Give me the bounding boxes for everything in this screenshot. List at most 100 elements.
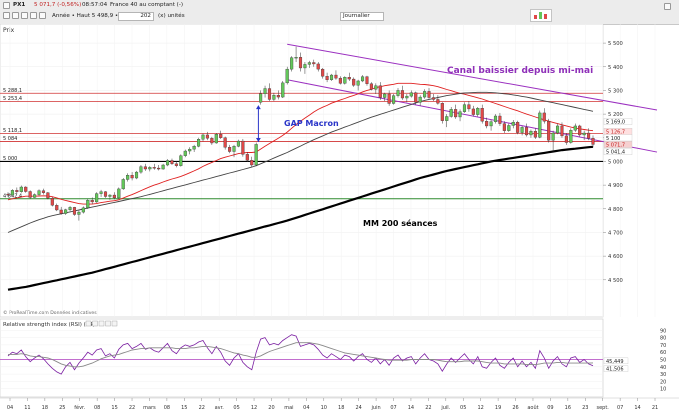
candle-body <box>236 140 241 147</box>
logo-bar-red <box>534 15 537 19</box>
candle-body <box>405 95 409 99</box>
price-tag-label: 5 041,4 <box>606 150 625 156</box>
time-tick-label: 12 <box>477 405 483 411</box>
time-tick-label: sept. <box>596 405 609 411</box>
candle-body <box>188 148 192 152</box>
candle-body <box>19 186 23 192</box>
candle-body <box>352 78 356 86</box>
time-tick-label: 18 <box>338 405 344 411</box>
price-tick-label: 4 900 <box>608 183 623 189</box>
candle-body <box>28 191 32 198</box>
candle-body <box>587 132 591 139</box>
rsi-value-label: 41,506 <box>606 367 624 373</box>
time-tick-label: 14 <box>408 405 414 411</box>
price-tick-label: 5 200 <box>608 112 623 118</box>
candle-body <box>516 121 520 133</box>
candle-body <box>303 64 307 69</box>
candle-body <box>431 97 436 100</box>
candle-body <box>219 134 223 138</box>
menu-icon[interactable] <box>3 2 10 9</box>
candle-body <box>201 134 205 140</box>
candle-body <box>400 90 404 99</box>
draw-tool-icon[interactable] <box>12 12 19 19</box>
rsi-panel-title: Relative strength index (RSI) (14) <box>3 322 95 328</box>
candle-body <box>170 160 174 164</box>
rsi-value-label: 45,449 <box>606 359 624 365</box>
candle-body <box>538 112 542 138</box>
rsi-tick-label: 40 <box>660 365 666 371</box>
indicator-icon[interactable] <box>21 12 28 19</box>
candle-body <box>312 62 316 65</box>
time-tick-label: 16 <box>565 405 571 411</box>
candle-body <box>325 76 329 80</box>
candle-body <box>223 137 227 148</box>
settings-icon[interactable] <box>3 12 10 19</box>
candle-body <box>569 130 573 143</box>
candle-body <box>449 109 453 117</box>
candle-body <box>591 138 595 145</box>
candle-body <box>77 211 81 215</box>
time-tick-label: 08 <box>164 405 170 411</box>
candle-body <box>90 200 94 203</box>
time-tick-label: 18 <box>42 405 48 411</box>
price-tick-label: 5 500 <box>608 41 623 47</box>
time-tick-label: août <box>527 404 538 411</box>
price-panel-credit: © ProRealTime.com Données indicatives <box>3 309 97 316</box>
rsi-panel-icon <box>85 320 92 327</box>
rsi-tick-label: 50 <box>660 358 666 364</box>
price-axis[interactable]: 4 500 4 600 4 700 4 800 4 900 5 000 5 100 5 200… <box>603 41 623 284</box>
candle-body <box>276 94 280 98</box>
time-axis[interactable]: 04 11 18 25 févr. 08 15 22 mars 08 15 22 avr. 05 12 20 m… <box>0 397 679 411</box>
quote-change: 5 071,7 (-0,56%) <box>34 2 82 8</box>
candle-body <box>192 146 196 150</box>
units-selector[interactable]: (x) unités <box>158 13 185 19</box>
candle-body <box>165 160 170 166</box>
candle-body <box>547 121 551 141</box>
candle-body <box>418 96 422 103</box>
candle-body <box>564 135 568 143</box>
candle-body <box>179 155 183 166</box>
zoom-icon[interactable] <box>30 12 37 19</box>
candle-body <box>356 80 360 86</box>
time-tick-label: 26 <box>512 405 518 411</box>
candle-body <box>290 57 294 70</box>
rsi-axis[interactable]: 10 20304050 607080 90 45,449 41,506 <box>603 328 666 393</box>
time-tick-label: 10 <box>321 405 327 411</box>
annotation-gap: GAP Macron <box>284 119 339 128</box>
candle-body <box>582 132 586 136</box>
candle-body <box>103 191 108 197</box>
candle-body <box>272 94 276 100</box>
candle-body <box>68 207 72 210</box>
chart-canvas: Prix © ProRealTime.com Données indicativ… <box>0 24 679 411</box>
time-tick-label: 12 <box>251 405 257 411</box>
candle-body <box>392 95 396 104</box>
print-icon[interactable] <box>39 12 46 19</box>
rsi-tick-label: 20 <box>660 379 666 385</box>
annotation-channel: Canal baissier depuis mi-mai <box>447 66 593 76</box>
candle-body <box>387 93 391 104</box>
candle-body <box>423 91 427 98</box>
price-panel-title: Prix <box>3 27 15 34</box>
candle-body <box>64 209 68 214</box>
time-tick-label: 14 <box>634 405 640 411</box>
time-tick-label: juil. <box>440 405 450 411</box>
price-tag-label: 5 100 <box>606 136 620 142</box>
candle-body <box>551 132 555 141</box>
period-selector[interactable]: Journalier <box>340 12 384 21</box>
rsi-tick-label: 90 <box>660 328 666 334</box>
candle-body <box>409 92 413 97</box>
time-tick-label: 20 <box>268 405 274 411</box>
candle-body <box>511 121 515 126</box>
toolbar: PX1 5 071,7 (-0,56%) 08:57:04 France 40 … <box>0 0 679 25</box>
candle-body <box>72 207 77 215</box>
candle-body <box>542 112 546 122</box>
level-label: 5 118,1 <box>3 128 22 134</box>
candle-body <box>471 108 475 115</box>
candle-body <box>485 121 489 127</box>
window-close-icon[interactable] <box>664 3 671 10</box>
unit-count-input[interactable]: 202 <box>118 12 154 21</box>
instrument-symbol[interactable]: PX1 <box>13 2 25 8</box>
time-tick-label: 05 <box>233 405 239 411</box>
candle-body <box>183 150 187 156</box>
candle-body <box>334 74 338 79</box>
